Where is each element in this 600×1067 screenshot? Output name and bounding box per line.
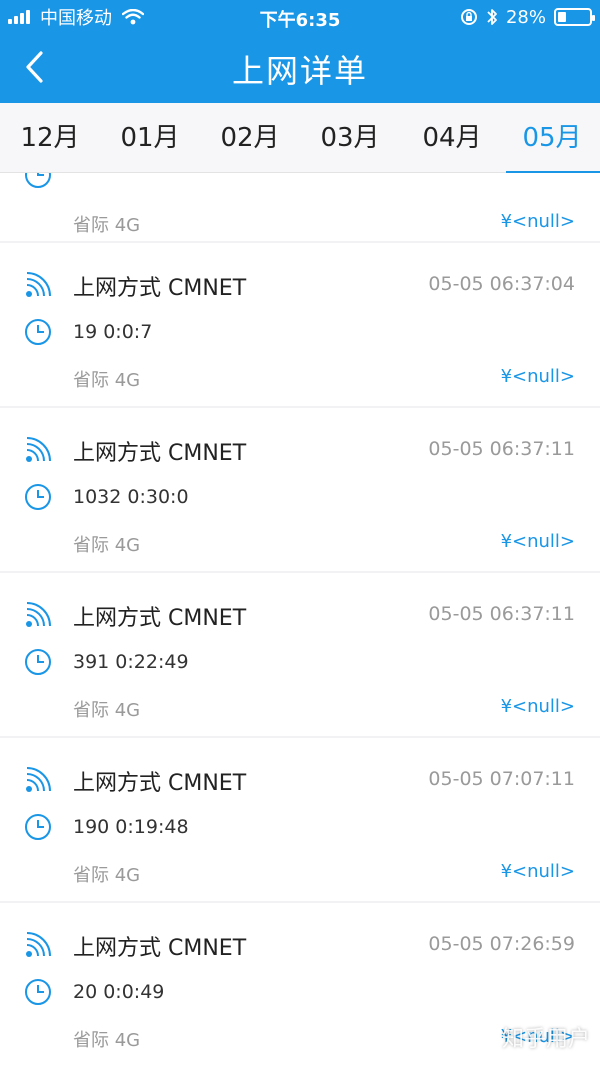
record-timestamp: 05-05 06:37:11 xyxy=(428,603,575,625)
tab-05[interactable]: 05月 xyxy=(502,103,600,173)
list-item[interactable]: 上网方式 CMNET 05-05 07:07:11 190 0:19:48 省际… xyxy=(0,738,600,901)
list-item[interactable]: 省际 4G ¥<null> xyxy=(0,173,600,241)
list-item[interactable]: 上网方式 CMNET 05-05 06:37:04 19 0:0:7 省际 4G… xyxy=(0,243,600,406)
network-type: 省际 4G xyxy=(73,700,141,721)
record-duration: 190 0:19:48 xyxy=(73,816,189,838)
record-duration: 1032 0:30:0 xyxy=(73,486,189,508)
tab-02[interactable]: 02月 xyxy=(200,103,300,173)
network-type: 省际 4G xyxy=(73,370,141,391)
month-tabs: 12月 01月 02月 03月 04月 05月 xyxy=(0,103,600,173)
tab-04[interactable]: 04月 xyxy=(402,103,502,173)
battery-icon xyxy=(554,8,595,26)
network-type: 省际 4G xyxy=(73,1030,141,1051)
tab-12[interactable]: 12月 xyxy=(0,103,100,173)
network-type: 省际 4G xyxy=(73,865,141,886)
record-timestamp: 05-05 06:37:04 xyxy=(428,273,575,295)
tab-01[interactable]: 01月 xyxy=(100,103,200,173)
clock-icon xyxy=(25,979,51,1005)
battery-percent: 28% xyxy=(505,6,546,28)
lock-rotation-icon xyxy=(460,9,477,25)
cost-value: ¥<null> xyxy=(500,211,575,232)
battery-level xyxy=(558,12,566,22)
header: 中国移动 下午6:35 28% 上网详单 xyxy=(0,0,600,103)
record-timestamp: 05-05 07:07:11 xyxy=(428,768,575,790)
wifi-signal-icon xyxy=(26,272,51,297)
record-duration: 391 0:22:49 xyxy=(73,651,189,673)
cost-value: ¥<null> xyxy=(500,861,575,882)
record-list: 省际 4G ¥<null> 上网方式 CMNET 05-05 06:37:04 … xyxy=(0,173,600,1067)
network-type: 省际 4G xyxy=(73,215,141,236)
clock-icon xyxy=(25,814,51,840)
clock-icon xyxy=(25,649,51,675)
network-type: 省际 4G xyxy=(73,535,141,556)
status-bar: 中国移动 下午6:35 28% xyxy=(0,0,600,34)
wifi-signal-icon xyxy=(26,602,51,627)
record-timestamp: 05-05 06:37:11 xyxy=(428,438,575,460)
record-title: 上网方式 CMNET xyxy=(73,276,247,301)
watermark: 知乎用户 xyxy=(501,1027,590,1052)
status-right: 28% xyxy=(452,6,595,28)
list-item[interactable]: 上网方式 CMNET 05-05 06:37:11 391 0:22:49 省际… xyxy=(0,573,600,736)
list-item[interactable]: 上网方式 CMNET 05-05 06:37:11 1032 0:30:0 省际… xyxy=(0,408,600,571)
wifi-signal-icon xyxy=(26,932,51,957)
record-duration: 19 0:0:7 xyxy=(73,321,153,343)
wifi-signal-icon xyxy=(26,767,51,792)
cost-value: ¥<null> xyxy=(500,366,575,387)
page-title: 上网详单 xyxy=(231,52,368,90)
clock-icon xyxy=(25,484,51,510)
clock-icon xyxy=(25,319,51,345)
record-title: 上网方式 CMNET xyxy=(73,771,247,796)
record-duration: 20 0:0:49 xyxy=(73,981,165,1003)
record-title: 上网方式 CMNET xyxy=(73,441,247,466)
record-title: 上网方式 CMNET xyxy=(73,606,247,631)
wifi-signal-icon xyxy=(26,437,51,462)
bluetooth-icon xyxy=(487,9,497,25)
cost-value: ¥<null> xyxy=(500,696,575,717)
record-timestamp: 05-05 07:26:59 xyxy=(428,933,575,955)
clock-icon xyxy=(25,173,51,188)
cost-value: ¥<null> xyxy=(500,531,575,552)
tab-03[interactable]: 03月 xyxy=(300,103,400,173)
record-title: 上网方式 CMNET xyxy=(73,936,247,961)
